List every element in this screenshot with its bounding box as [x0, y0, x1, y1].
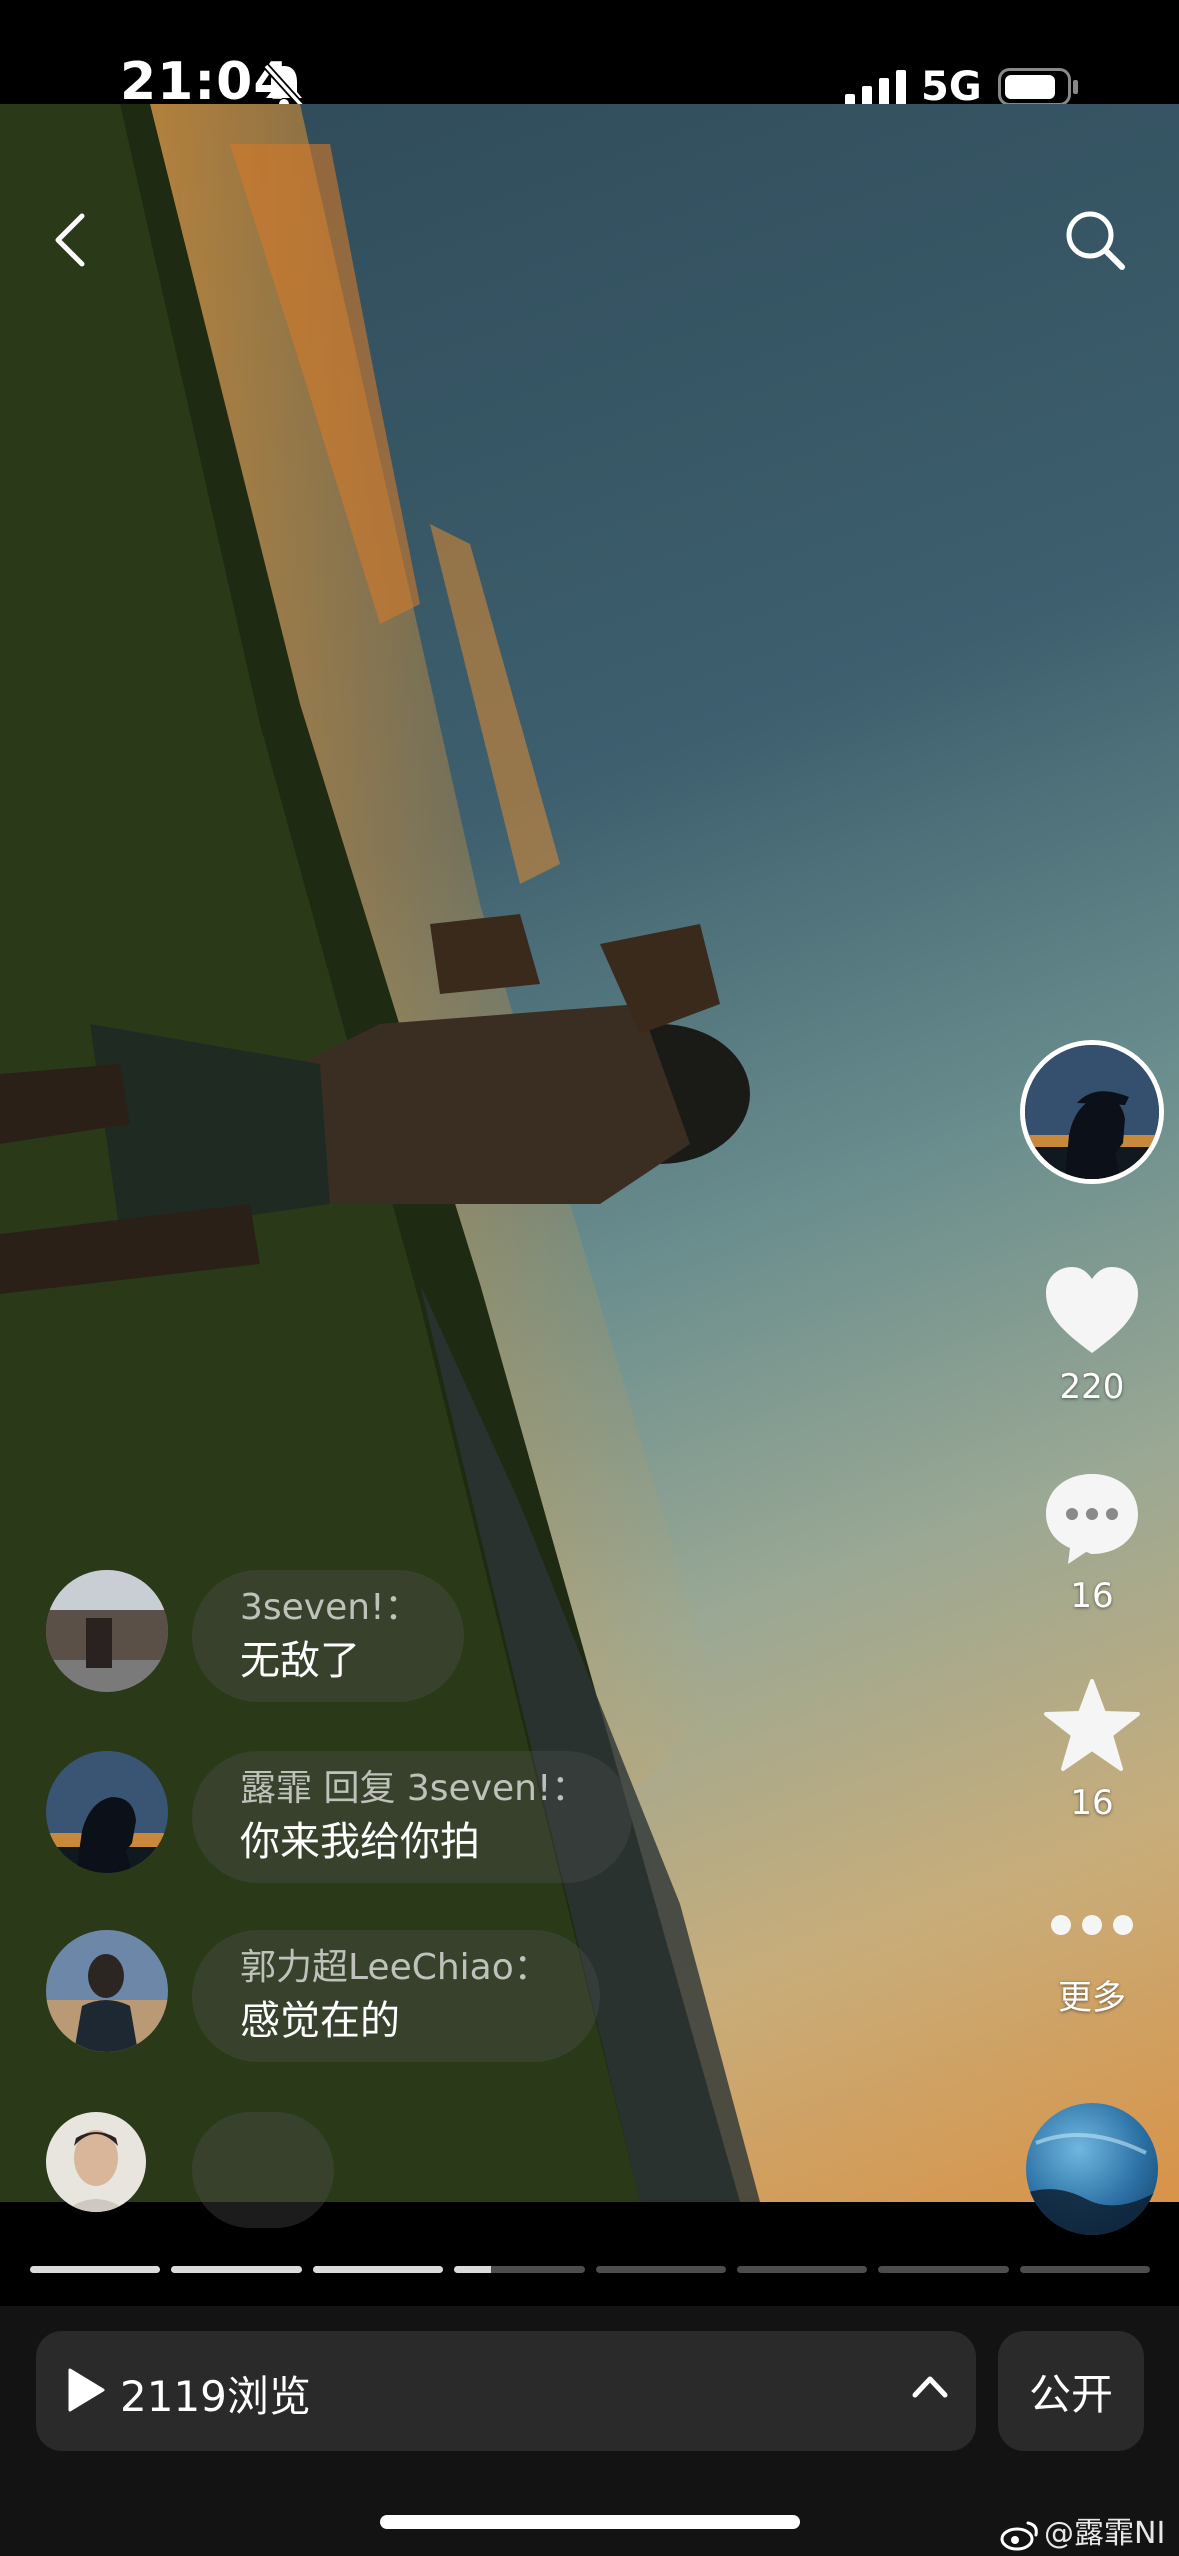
progress-segment: [312, 2266, 444, 2273]
avatar-image: [46, 1930, 168, 2052]
status-bar: 21:04 5G: [0, 0, 1179, 112]
chevron-up-icon: [912, 2376, 948, 2398]
music-cover-image: [1026, 2133, 1158, 2235]
like-button[interactable]: 220: [1030, 1265, 1154, 1407]
video-player[interactable]: [0, 104, 1179, 2202]
star-icon: [1044, 1679, 1140, 1771]
home-indicator[interactable]: [380, 2515, 800, 2529]
watermark-text: @露霏NI: [1044, 2516, 1166, 2551]
more-button[interactable]: 更多: [1030, 1910, 1154, 2019]
comment-bubble: [192, 2112, 334, 2228]
comment-text: 你来我给你拍: [240, 1819, 480, 1865]
progress-segment: [736, 2266, 868, 2273]
favorite-count: 16: [1070, 1783, 1114, 1823]
search-button[interactable]: [1050, 195, 1140, 285]
music-disc[interactable]: [1026, 2103, 1158, 2235]
views-count: 2119浏览: [120, 2372, 311, 2421]
commenter-avatar[interactable]: [46, 1930, 168, 2052]
comment-bubble-icon: [1046, 1474, 1138, 1564]
heart-icon: [1046, 1267, 1138, 1353]
progress-segment: [878, 2266, 1009, 2273]
story-progress: [30, 2266, 1150, 2274]
more-label: 更多: [1058, 1978, 1126, 2018]
play-icon: [68, 2368, 105, 2412]
progress-segment: [171, 2266, 302, 2273]
bell-slash-icon: [263, 63, 305, 109]
ellipsis-icon: [1051, 1915, 1133, 1935]
progress-fill: [454, 2266, 491, 2273]
comment-text: 无敌了: [240, 1638, 360, 1684]
author-avatar[interactable]: [1020, 1040, 1164, 1184]
weibo-icon: [1000, 2521, 1038, 2550]
avatar-image: [46, 1570, 168, 1692]
chevron-left-icon: [55, 213, 85, 267]
comment-count: 16: [1070, 1576, 1114, 1616]
back-button[interactable]: [25, 195, 115, 285]
progress-segment: [1019, 2266, 1150, 2273]
comment-text: 感觉在的: [240, 1998, 400, 2044]
progress-segment: [595, 2266, 726, 2273]
comment-bubble: 郭力超LeeChiao： 感觉在的: [192, 1930, 600, 2062]
search-icon: [1066, 211, 1125, 270]
avatar-image: [46, 1751, 168, 1873]
battery-icon: [998, 68, 1078, 106]
comment-bubble: 露霏 回复 3seven!： 你来我给你拍: [192, 1751, 632, 1883]
progress-segment: [30, 2266, 161, 2273]
avatar-image: [1025, 1045, 1159, 1179]
signal-icon: [845, 70, 906, 106]
watermark: @露霏NI: [1000, 2508, 1165, 2552]
video-frame: [0, 104, 760, 2202]
progress-fill: [171, 2266, 302, 2273]
commenter-avatar[interactable]: [46, 1570, 168, 1692]
progress-segment: [454, 2266, 585, 2273]
progress-fill: [30, 2266, 161, 2273]
favorite-button[interactable]: 16: [1030, 1677, 1154, 1823]
comment-username: 露霏 回复 3seven!：: [240, 1768, 588, 1809]
views-button[interactable]: 2119浏览: [36, 2331, 976, 2451]
comment-username: 3seven!：: [240, 1587, 421, 1628]
avatar-image: [46, 2112, 146, 2212]
comment-button[interactable]: 16: [1030, 1470, 1154, 1616]
comment-username: 郭力超LeeChiao：: [240, 1947, 550, 1988]
privacy-public-button[interactable]: 公开: [998, 2331, 1144, 2451]
commenter-avatar[interactable]: [46, 1751, 168, 1873]
commenter-avatar[interactable]: [46, 2112, 146, 2212]
comment-bubble: 3seven!： 无敌了: [192, 1570, 464, 1702]
like-count: 220: [1059, 1367, 1125, 1407]
progress-fill: [312, 2266, 444, 2273]
